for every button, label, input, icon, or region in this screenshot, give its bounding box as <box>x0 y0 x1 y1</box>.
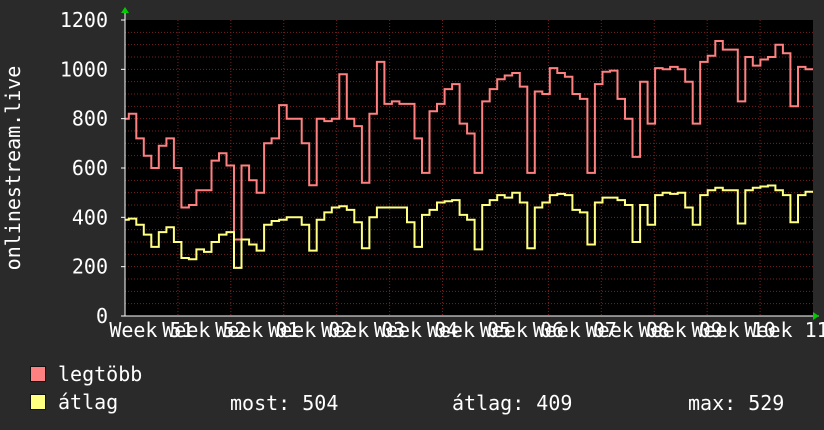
stat-current: most: 504 <box>230 391 339 415</box>
stat-maximum: max: 529 <box>688 391 785 415</box>
y-tick-label: 600 <box>72 156 108 180</box>
y-tick-label: 0 <box>96 304 108 328</box>
x-tick-label: Week 11 <box>744 318 824 340</box>
y-tick-label: 1000 <box>60 57 108 81</box>
legend-swatch-avg <box>30 394 46 410</box>
legend-item-max: legtöbb <box>30 362 143 386</box>
y-tick-label: 800 <box>72 107 108 131</box>
y-tick-label: 200 <box>72 255 108 279</box>
legend-label-max: legtöbb <box>58 362 143 386</box>
legend-swatch-max <box>30 366 46 382</box>
stat-average: átlag: 409 <box>452 391 573 415</box>
y-axis-arrow <box>121 7 129 13</box>
legend-item-avg: átlag <box>30 390 119 414</box>
plot-area <box>125 20 813 316</box>
y-tick-label: 400 <box>72 205 108 229</box>
line-chart: 020040060080010001200Week 51Week 52Week … <box>1 7 824 340</box>
y-tick-label: 1200 <box>60 8 108 32</box>
legend-label-avg: átlag <box>58 390 119 414</box>
y-axis-label: onlinestream.live <box>1 66 25 271</box>
